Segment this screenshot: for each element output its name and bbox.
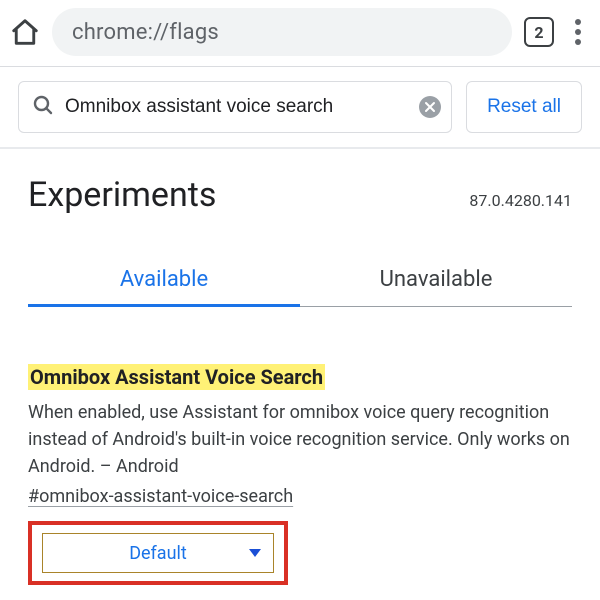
- home-icon[interactable]: [10, 17, 40, 47]
- tabs: Available Unavailable: [28, 253, 572, 307]
- tab-available[interactable]: Available: [28, 253, 300, 307]
- clear-search-icon[interactable]: [419, 96, 441, 118]
- flag-dropdown-value: Default: [129, 543, 187, 564]
- overflow-menu-icon[interactable]: [566, 19, 590, 45]
- header-row: Experiments 87.0.4280.141: [28, 175, 572, 215]
- flag-dropdown-highlight: Default: [28, 521, 288, 585]
- address-bar[interactable]: chrome://flags: [52, 8, 512, 56]
- chrome-version: 87.0.4280.141: [469, 191, 572, 210]
- page-title: Experiments: [28, 175, 216, 215]
- search-icon: [31, 93, 55, 121]
- reset-all-button[interactable]: Reset all: [466, 81, 582, 133]
- flag-title: Omnibox Assistant Voice Search: [28, 364, 325, 390]
- flag-hash: #omnibox-assistant-voice-search: [28, 486, 293, 507]
- flag-dropdown[interactable]: Default: [42, 533, 274, 573]
- flags-content: Experiments 87.0.4280.141 Available Unav…: [0, 149, 600, 585]
- tab-count: 2: [534, 23, 543, 42]
- search-input[interactable]: [65, 96, 409, 118]
- flag-description: When enabled, use Assistant for omnibox …: [28, 399, 572, 480]
- search-box[interactable]: [18, 81, 452, 133]
- flags-toolbar: Reset all: [0, 67, 600, 149]
- address-text: chrome://flags: [72, 20, 219, 45]
- chevron-down-icon: [249, 549, 261, 557]
- tab-unavailable[interactable]: Unavailable: [300, 253, 572, 307]
- tab-switcher[interactable]: 2: [524, 17, 554, 47]
- flag-entry: Omnibox Assistant Voice Search When enab…: [28, 365, 572, 585]
- browser-topbar: chrome://flags 2: [0, 0, 600, 67]
